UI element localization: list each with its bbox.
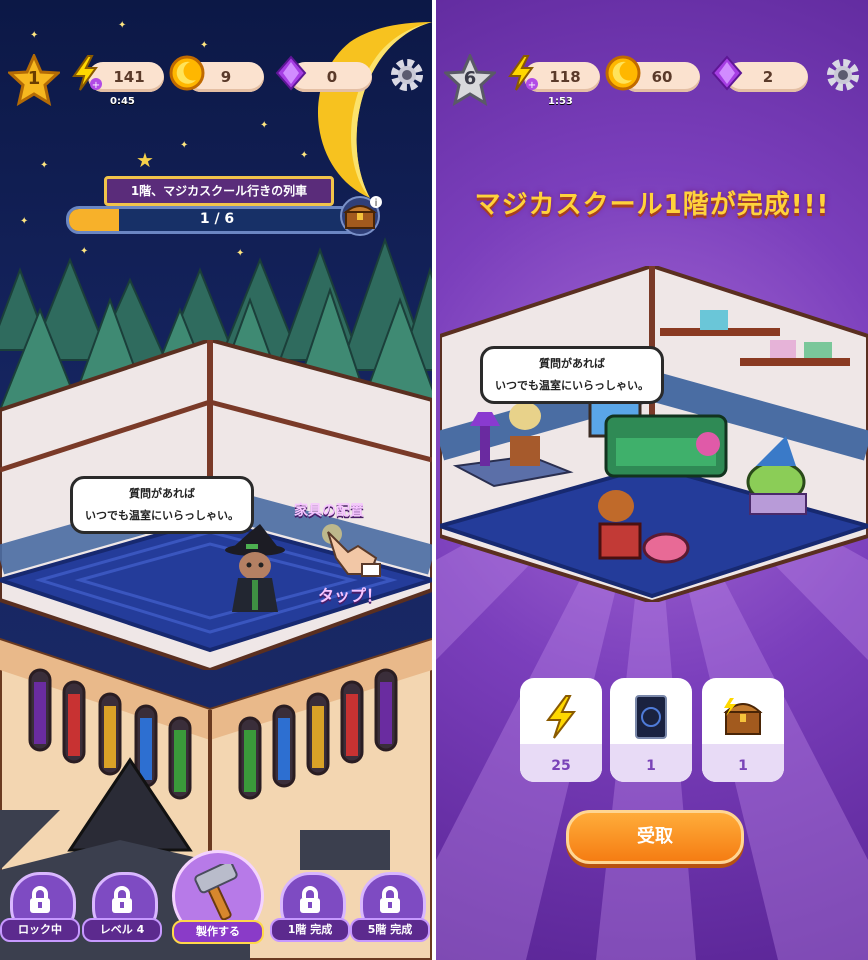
speech-bubble: 質問があれば いつでも温室にいらっしゃい。 xyxy=(70,476,254,534)
hammer-icon xyxy=(194,864,238,921)
energy-timer: 1:53 xyxy=(548,96,573,107)
tap-label: タップ！ xyxy=(318,586,383,605)
reward-chest-value: 1 xyxy=(738,758,748,774)
moon-coin-icon xyxy=(605,55,641,91)
reward-chest: 1 xyxy=(702,678,784,782)
quest-progress-text: 1 / 6 xyxy=(199,211,235,227)
gear-icon[interactable] xyxy=(824,56,862,94)
moon-icon xyxy=(317,22,432,198)
lightning-icon xyxy=(546,695,577,739)
lightning-icon: + xyxy=(72,55,102,91)
claim-button[interactable]: 受取 xyxy=(566,810,744,864)
reward-card: 1 xyxy=(610,678,692,782)
craft-button[interactable]: 製作する xyxy=(168,850,268,946)
reward-card-value: 1 xyxy=(646,758,656,774)
level-number: 6 xyxy=(463,68,477,89)
quest-title: 1階、マジカスクール行きの列車 xyxy=(104,176,334,206)
tap-hand-icon xyxy=(322,524,381,577)
lock-icon xyxy=(300,886,320,913)
speech-line-1: 質問があれば xyxy=(129,487,195,500)
svg-text:+: + xyxy=(528,80,536,91)
svg-text:+: + xyxy=(92,80,100,91)
speech-line-1: 質問があれば xyxy=(539,357,605,370)
top-bar: 1 141 + 0:45 9 0 xyxy=(0,52,432,107)
level-badge[interactable]: 6 xyxy=(442,52,498,107)
lock-icon xyxy=(30,886,50,913)
bottom-button-floor5[interactable]: 5階 完成 xyxy=(350,872,430,942)
bottom-button-label: ロック中 xyxy=(0,918,80,942)
level-badge[interactable]: 1 xyxy=(6,52,62,107)
top-bar: 6 118 + 1:53 60 2 xyxy=(436,52,868,107)
speech-bubble: 質問があれば いつでも温室にいらっしゃい。 xyxy=(480,346,664,404)
bottom-button-level[interactable]: レベル 4 xyxy=(82,872,162,942)
witch-bunny-character[interactable] xyxy=(220,520,290,616)
completion-title: マジカスクール1階が完成!!! xyxy=(474,190,830,220)
moon-coin-icon xyxy=(169,55,205,91)
reward-energy: 25 xyxy=(520,678,602,782)
card-icon xyxy=(635,695,667,739)
craft-button-label: 製作する xyxy=(172,920,264,944)
svg-text:i: i xyxy=(375,198,378,209)
lock-icon xyxy=(112,886,132,913)
chest-icon xyxy=(723,698,763,735)
bottom-button-label: 1階 完成 xyxy=(270,918,350,942)
left-screen: ✦ ✦ ✦ ✦ ✦ ✦ ✦ ✦ ✦ ✦ ★ 1 141 + 0:45 9 0 1階、マジカ… xyxy=(0,0,432,960)
completed-room-scene xyxy=(440,266,868,602)
reward-energy-value: 25 xyxy=(551,758,571,774)
bottom-button-label: レベル 4 xyxy=(82,918,162,942)
energy-value: 141 xyxy=(113,68,145,86)
gem-icon xyxy=(275,55,307,91)
gem-icon xyxy=(711,55,743,91)
speech-line-2: いつでも温室にいらっしゃい。 xyxy=(495,379,649,392)
bottom-button-locked[interactable]: ロック中 xyxy=(0,872,80,942)
level-number: 1 xyxy=(27,68,41,89)
energy-value: 118 xyxy=(549,68,581,86)
lightning-icon: + xyxy=(508,55,538,91)
furniture-placement-label[interactable]: 家具の配置 xyxy=(294,500,364,520)
energy-timer: 0:45 xyxy=(110,96,135,107)
lock-icon xyxy=(380,886,400,913)
bottom-button-label: 5階 完成 xyxy=(350,918,430,942)
bottom-button-floor1[interactable]: 1階 完成 xyxy=(270,872,350,942)
speech-line-2: いつでも温室にいらっしゃい。 xyxy=(85,509,239,522)
gear-icon[interactable] xyxy=(388,56,426,94)
